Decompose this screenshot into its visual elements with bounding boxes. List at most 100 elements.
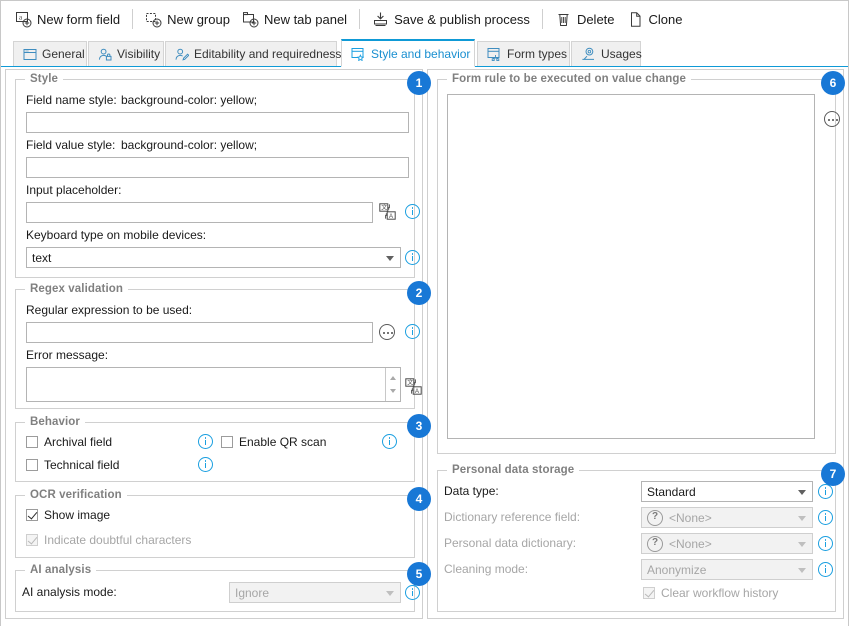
- archival-field-checkbox[interactable]: Archival field: [26, 435, 112, 449]
- delete-button[interactable]: Delete: [549, 6, 621, 32]
- usages-icon: [581, 47, 596, 61]
- tab-editability-and-requiredness[interactable]: Editability and requiredness: [165, 41, 341, 66]
- form-rule-textarea[interactable]: [447, 94, 815, 439]
- regex-info-icon[interactable]: [405, 324, 420, 339]
- cleaning-mode-select: Anonymize: [641, 559, 813, 580]
- field-name-style-hint: background-color: yellow;: [121, 93, 258, 107]
- dictionary-reference-field-label: Dictionary reference field:: [444, 510, 581, 524]
- question-icon: ?: [647, 535, 663, 552]
- new-group-label: New group: [167, 11, 230, 27]
- archival-field-info-icon[interactable]: [198, 434, 213, 449]
- data-type-info-icon[interactable]: [818, 484, 833, 499]
- dictionary-reference-field-select: ? <None>: [641, 507, 813, 528]
- data-type-select[interactable]: Standard: [641, 481, 813, 502]
- technical-field-info-icon[interactable]: [198, 457, 213, 472]
- content-area: Style Field name style: background-color…: [1, 67, 848, 626]
- ai-analysis-mode-value: Ignore: [235, 585, 270, 600]
- new-form-field-label: New form field: [37, 11, 121, 27]
- chevron-down-icon: [386, 255, 394, 261]
- translate-icon[interactable]: 文 A: [379, 203, 396, 220]
- clone-label: Clone: [648, 11, 683, 27]
- technical-field-checkbox[interactable]: Technical field: [26, 458, 119, 472]
- toolbar: a New form field New group New tab panel…: [1, 1, 848, 37]
- error-message-spinner[interactable]: [385, 368, 400, 401]
- form-rule-group-caption: Form rule to be executed on value change: [447, 73, 692, 85]
- svg-text:文: 文: [407, 379, 413, 387]
- chevron-down-icon: [798, 541, 806, 547]
- regular-expression-input[interactable]: [26, 322, 373, 343]
- field-name-style-label: Field name style:: [26, 93, 117, 107]
- enable-qr-scan-info-icon[interactable]: [382, 434, 397, 449]
- show-image-checkbox[interactable]: Show image: [26, 508, 110, 522]
- keyboard-type-value: text: [32, 250, 52, 265]
- data-type-label: Data type:: [444, 484, 499, 498]
- personal-data-dictionary-value: <None>: [669, 536, 712, 551]
- behavior-group: Behavior Archival field Enable QR scan T…: [15, 416, 415, 482]
- checkbox-box: [643, 587, 655, 599]
- toolbar-separator-2: [359, 9, 361, 29]
- window-star-icon: [351, 47, 366, 61]
- style-group-caption: Style: [25, 73, 63, 85]
- field-name-style-input[interactable]: [26, 112, 409, 133]
- tab-general[interactable]: General: [13, 41, 87, 66]
- ai-analysis-mode-select: Ignore: [229, 582, 401, 603]
- error-message-translate-icon[interactable]: 文 A: [405, 378, 422, 395]
- new-form-field-button[interactable]: a New form field: [9, 6, 126, 32]
- field-value-style-hint: background-color: yellow;: [121, 138, 258, 152]
- ai-analysis-info-icon[interactable]: [405, 585, 420, 600]
- cleaning-mode-info-icon[interactable]: [818, 562, 833, 577]
- svg-text:A: A: [389, 214, 393, 220]
- tab-usages-label: Usages: [601, 47, 642, 61]
- tab-style-and-behavior[interactable]: Style and behavior: [341, 39, 475, 67]
- svg-text:文: 文: [381, 204, 387, 212]
- personal-data-dictionary-info-icon[interactable]: [818, 536, 833, 551]
- step-badge-5: 5: [408, 563, 430, 585]
- step-badge-3: 3: [408, 415, 430, 437]
- cleaning-mode-value: Anonymize: [647, 562, 707, 577]
- spinner-down-icon[interactable]: [389, 389, 396, 393]
- right-panel: Form rule to be executed on value change…: [427, 69, 844, 619]
- tab-visibility[interactable]: Visibility: [88, 41, 164, 66]
- chevron-down-icon: [386, 590, 394, 596]
- dictionary-reference-info-icon[interactable]: [818, 510, 833, 525]
- save-publish-process-label: Save & publish process: [394, 11, 530, 27]
- spinner-up-icon[interactable]: [389, 376, 396, 380]
- ai-group-caption: AI analysis: [25, 564, 97, 576]
- field-value-style-input[interactable]: [26, 157, 409, 178]
- chevron-down-icon: [798, 515, 806, 521]
- question-icon: ?: [647, 509, 663, 526]
- error-message-textarea[interactable]: [26, 367, 401, 402]
- clone-button[interactable]: Clone: [621, 6, 689, 32]
- form-field-properties-window: a New form field New group New tab panel…: [0, 0, 849, 626]
- save-publish-process-button[interactable]: Save & publish process: [366, 6, 536, 32]
- regex-ellipsis-button[interactable]: [379, 324, 395, 340]
- tab-form-types[interactable]: Form types: [477, 41, 570, 66]
- form-rule-ellipsis-button[interactable]: [824, 111, 840, 127]
- personal-data-dictionary-label: Personal data dictionary:: [444, 536, 577, 550]
- input-placeholder-info-icon[interactable]: [405, 204, 420, 219]
- trash-icon: [555, 11, 572, 28]
- behavior-group-caption: Behavior: [25, 416, 86, 428]
- window-icon: [23, 48, 37, 61]
- save-publish-icon: [372, 11, 389, 28]
- archival-field-label: Archival field: [44, 435, 113, 449]
- input-placeholder-input[interactable]: [26, 202, 373, 223]
- keyboard-type-info-icon[interactable]: [405, 250, 420, 265]
- step-badge-1: 1: [408, 72, 430, 94]
- enable-qr-scan-checkbox[interactable]: Enable QR scan: [221, 435, 326, 449]
- svg-text:A: A: [415, 389, 419, 395]
- regular-expression-label: Regular expression to be used:: [26, 303, 193, 317]
- ocr-group-caption: OCR verification: [25, 489, 127, 501]
- regex-group-caption: Regex validation: [25, 283, 128, 295]
- tab-usages[interactable]: Usages: [571, 41, 642, 66]
- new-tab-panel-button[interactable]: New tab panel: [236, 6, 353, 32]
- keyboard-type-select[interactable]: text: [26, 247, 401, 268]
- delete-label: Delete: [576, 11, 615, 27]
- step-badge-4: 4: [408, 488, 430, 510]
- chevron-down-icon: [798, 489, 806, 495]
- technical-field-label: Technical field: [44, 458, 120, 472]
- new-group-button[interactable]: New group: [139, 6, 236, 32]
- show-image-label: Show image: [44, 508, 111, 522]
- checkbox-box: [26, 509, 38, 521]
- checkbox-box: [26, 436, 38, 448]
